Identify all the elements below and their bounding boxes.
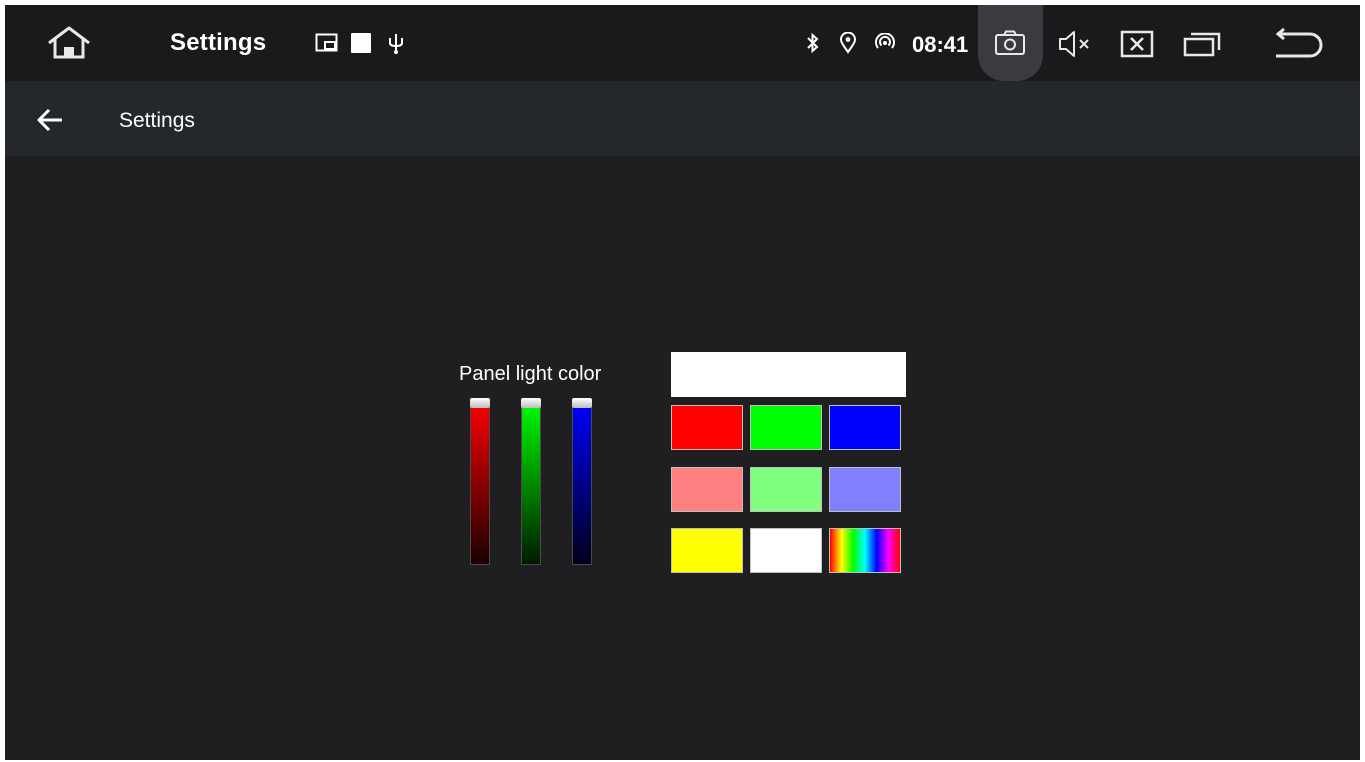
home-button[interactable] — [43, 23, 95, 63]
recent-apps-button[interactable] — [1182, 29, 1222, 59]
screenshot-button[interactable] — [978, 5, 1043, 81]
recent-apps-icon — [1183, 32, 1221, 57]
swatch-light-blue[interactable] — [829, 467, 901, 512]
swatch-red[interactable] — [671, 405, 743, 450]
back-button[interactable] — [1270, 27, 1324, 61]
back-arrow-button[interactable] — [35, 105, 65, 135]
red-slider-thumb[interactable] — [470, 398, 490, 408]
close-window-icon — [1120, 30, 1154, 58]
home-icon — [48, 26, 90, 59]
close-window-button[interactable] — [1119, 29, 1155, 59]
bluetooth-icon — [805, 32, 821, 54]
page-title: Settings — [119, 109, 195, 132]
camera-icon — [995, 30, 1025, 55]
arrow-left-icon — [37, 108, 62, 132]
screen: Settings 08:41 Settings Panel light colo… — [5, 5, 1360, 760]
swatch-white[interactable] — [750, 528, 822, 573]
swatch-light-green[interactable] — [750, 467, 822, 512]
swatch-blue[interactable] — [829, 405, 901, 450]
picture-in-picture-icon — [315, 33, 339, 53]
status-bar: Settings 08:41 — [5, 5, 1360, 81]
swatch-light-red[interactable] — [671, 467, 743, 512]
app-header: Settings — [5, 81, 1360, 156]
green-slider[interactable] — [521, 398, 541, 565]
color-preview — [671, 352, 906, 397]
square-icon — [351, 33, 371, 53]
usb-icon — [388, 33, 404, 55]
location-icon — [839, 32, 857, 54]
blue-slider-thumb[interactable] — [572, 398, 592, 408]
swatch-green[interactable] — [750, 405, 822, 450]
hotspot-icon — [874, 33, 896, 53]
swatch-rainbow[interactable] — [829, 528, 901, 573]
volume-mute-button[interactable] — [1057, 29, 1095, 59]
swatch-yellow[interactable] — [671, 528, 743, 573]
back-return-icon — [1275, 27, 1323, 58]
green-slider-thumb[interactable] — [521, 398, 541, 408]
volume-mute-icon — [1059, 31, 1089, 57]
red-slider[interactable] — [470, 398, 490, 565]
statusbar-title: Settings — [170, 29, 267, 56]
panel-light-color-label: Panel light color — [459, 363, 602, 385]
clock: 08:41 — [912, 32, 969, 57]
blue-slider[interactable] — [572, 398, 592, 565]
